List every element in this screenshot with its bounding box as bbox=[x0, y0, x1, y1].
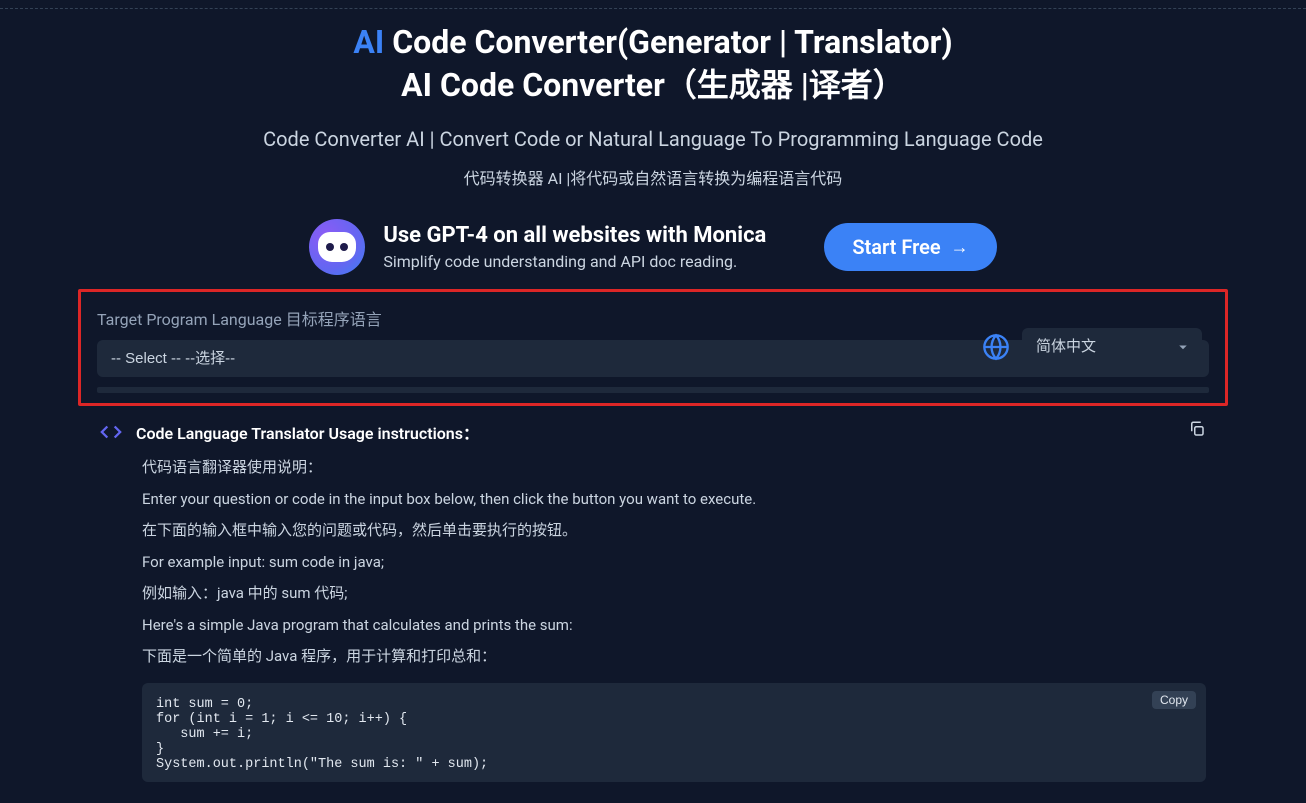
promo-bar: Use GPT-4 on all websites with Monica Si… bbox=[0, 219, 1306, 275]
instr-line: Here's a simple Java program that calcul… bbox=[142, 610, 1206, 642]
instr-line: 代码语言翻译器使用说明： bbox=[142, 452, 1206, 484]
input-bar[interactable] bbox=[97, 387, 1209, 393]
instructions-header: Code Language Translator Usage instructi… bbox=[100, 420, 1206, 444]
start-free-label: Start Free bbox=[852, 235, 940, 259]
instr-line: For example input: sum code in java; bbox=[142, 547, 1206, 579]
copy-icon[interactable] bbox=[1188, 420, 1206, 438]
start-free-button[interactable]: Start Free → bbox=[824, 223, 996, 271]
target-language-label: Target Program Language 目标程序语言 bbox=[97, 306, 1209, 330]
instr-line: 例如输入：java 中的 sum 代码; bbox=[142, 578, 1206, 610]
promo-subline: Simplify code understanding and API doc … bbox=[383, 252, 766, 271]
title-line2: AI Code Converter（生成器 |译者） bbox=[401, 66, 905, 104]
title-ai: AI bbox=[353, 23, 384, 61]
subtitle-zh: 代码转换器 AI |将代码或自然语言转换为编程语言代码 bbox=[0, 165, 1306, 189]
page-title: AI Code Converter(Generator | Translator… bbox=[0, 21, 1306, 107]
hero-section: AI Code Converter(Generator | Translator… bbox=[0, 9, 1306, 189]
code-example: Copy int sum = 0; for (int i = 1; i <= 10… bbox=[142, 683, 1206, 782]
promo-headline: Use GPT-4 on all websites with Monica bbox=[383, 223, 766, 248]
title-rest-1: Code Converter(Generator | Translator) bbox=[384, 23, 952, 61]
promo-text: Use GPT-4 on all websites with Monica Si… bbox=[383, 223, 766, 271]
arrow-right-icon: → bbox=[951, 237, 969, 258]
code-icon bbox=[100, 421, 122, 443]
copy-code-button[interactable]: Copy bbox=[1152, 691, 1196, 709]
instructions-title: Code Language Translator Usage instructi… bbox=[136, 420, 479, 444]
instr-line: 下面是一个简单的 Java 程序，用于计算和打印总和： bbox=[142, 641, 1206, 673]
instructions-body: 代码语言翻译器使用说明： Enter your question or code… bbox=[142, 452, 1206, 673]
subtitle-en: Code Converter AI | Convert Code or Natu… bbox=[0, 127, 1306, 151]
code-text: int sum = 0; for (int i = 1; i <= 10; i+… bbox=[156, 697, 488, 772]
instr-line: 在下面的输入框中输入您的问题或代码，然后单击要执行的按钮。 bbox=[142, 515, 1206, 547]
globe-icon bbox=[982, 333, 1010, 361]
ui-language-select[interactable]: 简体中文 bbox=[1022, 328, 1202, 365]
instructions-section: Code Language Translator Usage instructi… bbox=[100, 420, 1206, 782]
monica-logo-icon bbox=[309, 219, 365, 275]
ui-language-row: 简体中文 bbox=[982, 328, 1202, 365]
instr-line: Enter your question or code in the input… bbox=[142, 484, 1206, 516]
